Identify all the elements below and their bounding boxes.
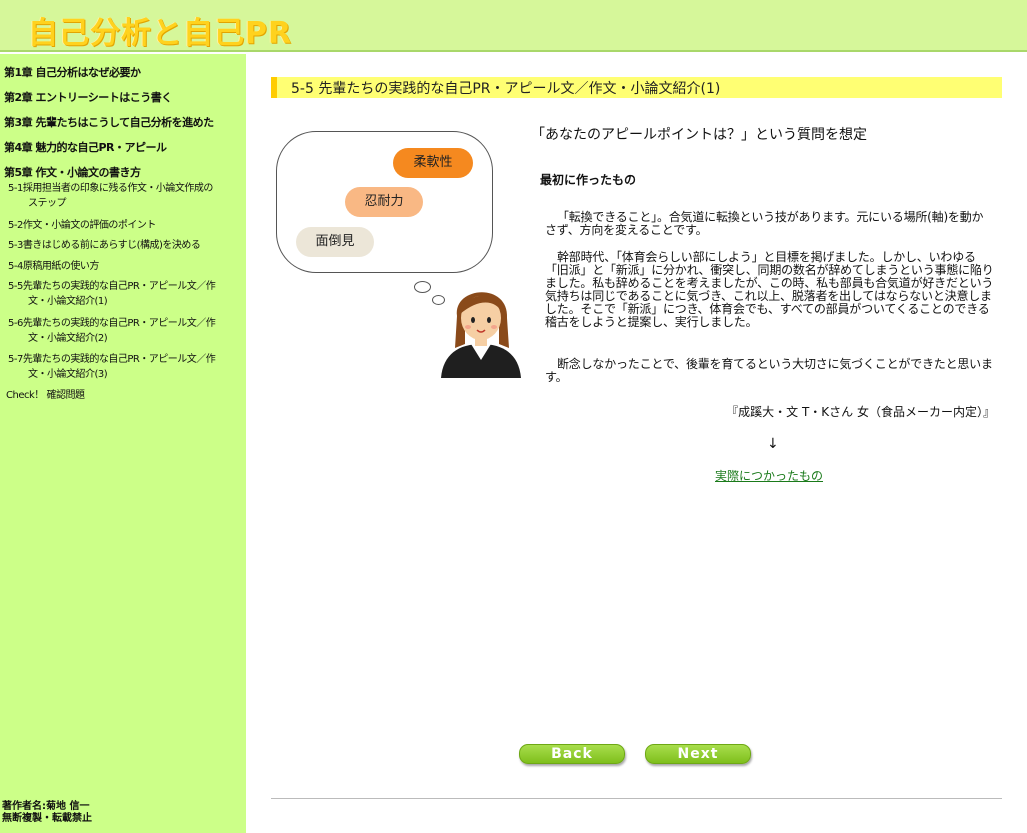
sidebar-item-5-3[interactable]: 5-3書きはじめる前にあらすじ(構成)を決める [8, 238, 244, 253]
sidebar-item-5-4[interactable]: 5-4原稿用紙の使い方 [8, 259, 244, 274]
sidebar-chapter-4[interactable]: 第4章 魅力的な自己PR・アピール [4, 139, 167, 155]
header: 自己分析と自己PR [0, 0, 1027, 52]
draft-subheading: 最初に作ったもの [540, 173, 637, 187]
sidebar-chapter-3[interactable]: 第3章 先輩たちはこうして自己分析を進めた [4, 114, 214, 130]
author-attribution: 『成蹊大・文 T・Kさん 女（食品メーカー内定）』 [726, 405, 995, 419]
back-button[interactable]: Back [519, 744, 625, 764]
copyright-notice: 無断複製・転載禁止 [2, 813, 92, 824]
bubble-dot-large [414, 281, 431, 293]
sidebar-item-label: 5-6先輩たちの実践的な自己PR・アピール文／作 [8, 318, 216, 329]
sidebar-item-5-6[interactable]: 5-6先輩たちの実践的な自己PR・アピール文／作 文・小論文紹介(2) [8, 316, 244, 346]
trait-pill-flexibility: 柔軟性 [393, 148, 473, 178]
sidebar-item-label-cont: 文・小論文紹介(2) [28, 333, 108, 344]
sidebar-item-label: 5-5先輩たちの実践的な自己PR・アピール文／作 [8, 281, 216, 292]
sidebar-item-label: 5-3書きはじめる前にあらすじ(構成)を決める [8, 240, 201, 251]
paragraph-2: 幹部時代、「体育会らしい部にしよう」と目標を掲げました。しかし、いわゆる「旧派」… [545, 250, 994, 329]
student-illustration-icon [441, 292, 521, 378]
sidebar-item-label: 5-7先輩たちの実践的な自己PR・アピール文／作 [8, 354, 216, 365]
paragraph-3: 断念しなかったことで、後輩を育てるという大切さに気づくことができたと思います。 [545, 357, 993, 384]
trait-pill-patience: 忍耐力 [345, 187, 423, 217]
sidebar-item-5-2[interactable]: 5-2作文・小論文の評価のポイント [8, 218, 244, 233]
sidebar-item-label-cont: ステップ [28, 198, 67, 209]
trait-pill-caring: 面倒見 [296, 227, 374, 257]
sidebar-item-check[interactable]: Check！ 確認問題 [6, 388, 242, 403]
author-credit: 著作者名:菊地 信一 無断複製・転載禁止 [2, 801, 92, 825]
paragraph-1: 「転換できること」。合気道に転換という技があります。元にいる場所(軸)を動かさず… [545, 210, 984, 237]
sidebar-item-label-cont: 文・小論文紹介(1) [28, 296, 108, 307]
actual-version-link[interactable]: 実際につかったもの [715, 467, 823, 484]
sidebar-item-5-1[interactable]: 5-1採用担当者の印象に残る作文・小論文作成の ステップ [8, 181, 244, 211]
sidebar-chapter-1[interactable]: 第1章 自己分析はなぜ必要か [4, 64, 141, 80]
sidebar-item-label: 5-4原稿用紙の使い方 [8, 261, 99, 272]
sidebar-chapter-5[interactable]: 第5章 作文・小論文の書き方 [4, 164, 141, 180]
site-title: 自己分析と自己PR [28, 16, 293, 51]
next-button[interactable]: Next [645, 744, 751, 764]
down-arrow-icon: ↓ [767, 436, 779, 452]
author-name: 著作者名:菊地 信一 [2, 801, 90, 812]
sidebar-item-label-cont: 文・小論文紹介(3) [28, 369, 108, 380]
section-title: 5-5 先輩たちの実践的な自己PR・アピール文／作文・小論文紹介(1) [291, 81, 721, 97]
sidebar-item-5-5[interactable]: 5-5先輩たちの実践的な自己PR・アピール文／作 文・小論文紹介(1) [8, 279, 244, 309]
sidebar-chapter-2[interactable]: 第2章 エントリーシートはこう書く [4, 89, 172, 105]
sidebar-item-label: 5-1採用担当者の印象に残る作文・小論文作成の [8, 183, 213, 194]
section-header: 5-5 先輩たちの実践的な自己PR・アピール文／作文・小論文紹介(1) [271, 77, 1002, 98]
footer-divider [271, 798, 1002, 799]
question-heading: 「あなたのアピールポイントは？」という質問を想定 [531, 127, 867, 143]
sidebar-item-5-7[interactable]: 5-7先輩たちの実践的な自己PR・アピール文／作 文・小論文紹介(3) [8, 352, 244, 382]
sidebar-item-label: 5-2作文・小論文の評価のポイント [8, 220, 156, 231]
sidebar: 第1章 自己分析はなぜ必要か 第2章 エントリーシートはこう書く 第3章 先輩た… [0, 54, 246, 833]
